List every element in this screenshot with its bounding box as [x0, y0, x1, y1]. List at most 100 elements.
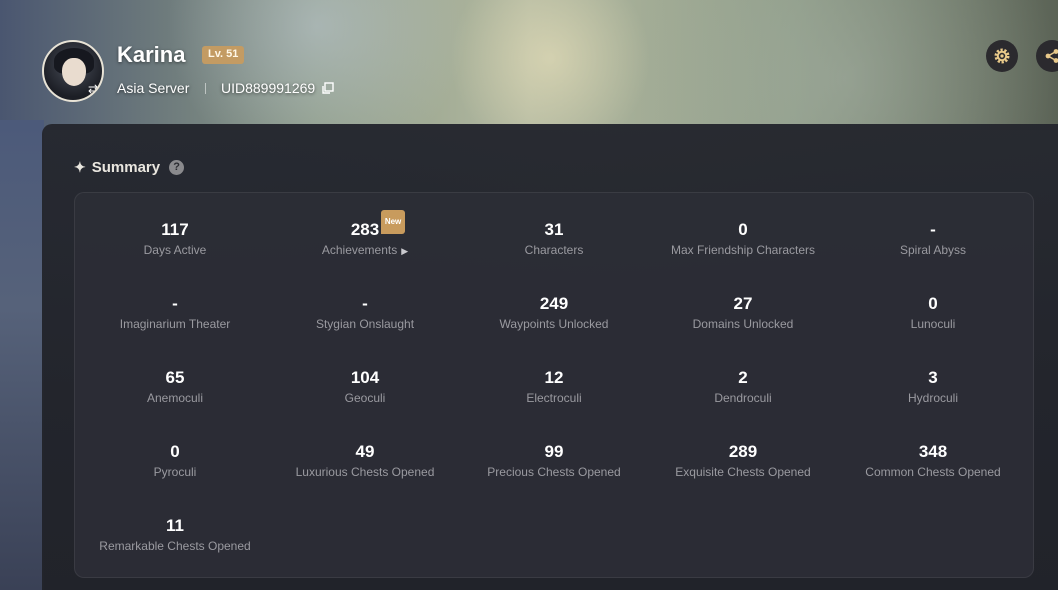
- stat-value: 49: [355, 442, 375, 461]
- stat-item: 289 Exquisite Chests Opened: [648, 441, 838, 480]
- stat-value: 0: [170, 442, 180, 461]
- settings-button[interactable]: [986, 40, 1018, 72]
- stat-label-text: Luxurious Chests Opened: [295, 465, 435, 479]
- stat-label-text: Exquisite Chests Opened: [675, 465, 811, 479]
- stat-label-text: Domains Unlocked: [692, 317, 794, 331]
- stat-value: 249: [539, 294, 569, 313]
- stat-value: 65: [165, 368, 185, 387]
- stat-label-text: Remarkable Chests Opened: [99, 539, 251, 553]
- stat-value: 283 New: [351, 210, 406, 241]
- stat-value: 3: [928, 368, 938, 387]
- stat-label-text: Hydroculi: [907, 391, 958, 405]
- stat-label: Days Active: [80, 243, 270, 258]
- stat-label: Achievements ▶: [270, 243, 460, 259]
- avatar[interactable]: ⇄: [42, 40, 104, 102]
- stat-label: Hydroculi: [838, 391, 1028, 406]
- new-badge: New: [380, 210, 406, 234]
- stat-label-text: Dendroculi: [714, 391, 772, 405]
- server-name: Asia Server: [117, 80, 190, 96]
- stat-label: Remarkable Chests Opened: [80, 539, 270, 554]
- stat-label-text: Geoculi: [344, 391, 386, 405]
- stat-label: Waypoints Unlocked: [459, 317, 649, 332]
- stat-item: 249 Waypoints Unlocked: [459, 293, 649, 332]
- stat-value: 27: [733, 294, 753, 313]
- stat-label-text: Max Friendship Characters: [670, 243, 816, 257]
- stat-label: Spiral Abyss: [838, 243, 1028, 258]
- stat-value: -: [172, 294, 178, 313]
- stat-value: 11: [166, 516, 184, 535]
- share-icon: [1045, 49, 1058, 63]
- stat-label: Pyroculi: [80, 465, 270, 480]
- stat-label-text: Spiral Abyss: [899, 243, 967, 257]
- stat-item: 104 Geoculi: [270, 367, 460, 406]
- stat-label: Characters: [459, 243, 649, 258]
- stat-label: Domains Unlocked: [648, 317, 838, 332]
- stat-item: 0 Max Friendship Characters: [648, 219, 838, 258]
- stat-label: Lunoculi: [838, 317, 1028, 332]
- stat-value: 104: [350, 368, 380, 387]
- share-button[interactable]: [1036, 40, 1058, 72]
- stat-label-text: Stygian Onslaught: [315, 317, 415, 331]
- stat-value: -: [930, 220, 936, 239]
- question-circle-icon[interactable]: ?: [169, 159, 185, 175]
- divider: [205, 83, 206, 94]
- stat-value: 0: [928, 294, 938, 313]
- stat-value: 2: [738, 368, 748, 387]
- stat-item: 49 Luxurious Chests Opened: [270, 441, 460, 480]
- stat-label-text: Precious Chests Opened: [487, 465, 621, 479]
- stat-label-text: Electroculi: [526, 391, 582, 405]
- stat-label: Stygian Onslaught: [270, 317, 460, 332]
- stat-label: Exquisite Chests Opened: [648, 465, 838, 480]
- stat-item: 65 Anemoculi: [80, 367, 270, 406]
- stat-item: 31 Characters: [459, 219, 649, 258]
- stat-label-text: Achievements: [321, 243, 398, 257]
- chevron-right-icon: ▶: [401, 246, 409, 256]
- stat-value: 31: [544, 220, 564, 239]
- summary-title: Summary: [91, 158, 161, 176]
- stat-item: 2 Dendroculi: [648, 367, 838, 406]
- stat-item: 11 Remarkable Chests Opened: [80, 515, 270, 554]
- sparkle-icon: ✦: [74, 158, 86, 175]
- stat-item: 27 Domains Unlocked: [648, 293, 838, 332]
- stat-label: Electroculi: [459, 391, 649, 406]
- stat-value: 348: [918, 442, 948, 461]
- stat-item: 12 Electroculi: [459, 367, 649, 406]
- gear-icon: [994, 48, 1010, 64]
- stat-item[interactable]: 283 New Achievements ▶: [270, 210, 460, 259]
- stat-value: 289: [728, 442, 758, 461]
- profile-header: ⇄ Karina Lv. 51 Asia Server UID889991269: [0, 0, 1058, 124]
- stat-label: Dendroculi: [648, 391, 838, 406]
- stat-label: Common Chests Opened: [838, 465, 1028, 480]
- stat-item: 0 Lunoculi: [838, 293, 1028, 332]
- stat-item: - Imaginarium Theater: [80, 293, 270, 332]
- summary-header: ✦ Summary ?: [74, 157, 185, 177]
- stat-label: Precious Chests Opened: [459, 465, 649, 480]
- stat-value: 99: [544, 442, 564, 461]
- stat-value: 117: [161, 220, 189, 239]
- stat-item: 0 Pyroculi: [80, 441, 270, 480]
- stat-label-text: Pyroculi: [153, 465, 197, 479]
- stat-value: 12: [544, 368, 564, 387]
- stat-label-text: Anemoculi: [146, 391, 204, 405]
- stat-label-text: Lunoculi: [910, 317, 956, 331]
- stat-value: 0: [738, 220, 748, 239]
- uid: UID889991269: [221, 80, 316, 96]
- stat-item: 348 Common Chests Opened: [838, 441, 1028, 480]
- stat-label-text: Characters: [524, 243, 584, 257]
- stat-item: 99 Precious Chests Opened: [459, 441, 649, 480]
- stat-label-text: Common Chests Opened: [865, 465, 1001, 479]
- nickname: Karina: [117, 42, 186, 67]
- level-badge: Lv. 51: [202, 46, 245, 64]
- stat-label: Luxurious Chests Opened: [270, 465, 460, 480]
- stat-label: Max Friendship Characters: [648, 243, 838, 258]
- stats-grid: 117 Days Active 283 New Achievements ▶ 31 Chara…: [74, 192, 1034, 578]
- stat-item: 117 Days Active: [80, 219, 270, 258]
- copy-icon[interactable]: [321, 82, 334, 95]
- stat-label-text: Waypoints Unlocked: [499, 317, 609, 331]
- stat-label: Anemoculi: [80, 391, 270, 406]
- stat-item: 3 Hydroculi: [838, 367, 1028, 406]
- swap-avatar-icon[interactable]: ⇄: [88, 82, 98, 96]
- stat-label: Imaginarium Theater: [80, 317, 270, 332]
- stat-label-text: Imaginarium Theater: [119, 317, 231, 331]
- stat-item: - Spiral Abyss: [838, 219, 1028, 258]
